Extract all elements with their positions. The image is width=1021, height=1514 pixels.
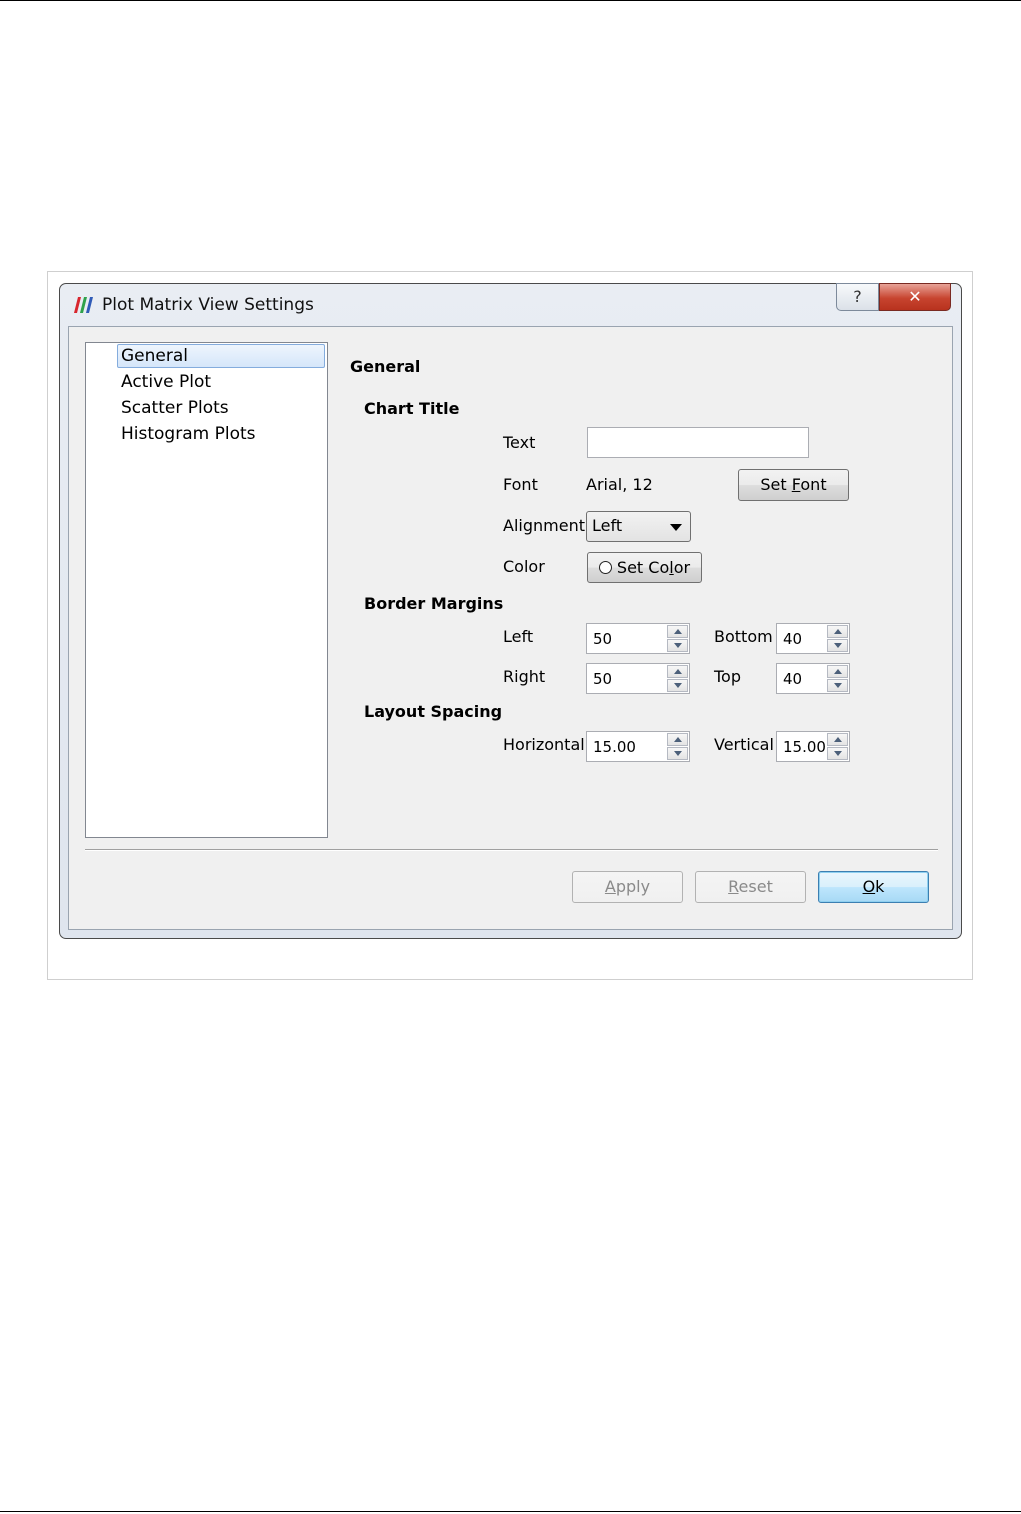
tree-item-histogram-plots[interactable]: Histogram Plots (117, 422, 325, 446)
set-font-label-post: ont (800, 475, 827, 494)
spin-down-icon[interactable] (827, 639, 848, 652)
chart-title-text-input[interactable] (587, 427, 809, 458)
spin-up-icon[interactable] (827, 733, 848, 746)
apply-label-mnemonic: A (604, 877, 616, 896)
text-label: Text (503, 433, 536, 452)
spin-down-icon[interactable] (667, 679, 688, 692)
alignment-select[interactable]: Left (586, 511, 691, 542)
horizontal-spacing-stepper (667, 733, 688, 760)
title-bar[interactable]: Plot Matrix View Settings ? ✕ (60, 283, 961, 326)
settings-dialog: Plot Matrix View Settings ? ✕ General Ac… (59, 283, 962, 939)
horizontal-spacing-value: 15.00 (593, 738, 636, 756)
dialog-client-area: General Active Plot Scatter Plots Histog… (68, 326, 953, 930)
category-tree[interactable]: General Active Plot Scatter Plots Histog… (85, 342, 328, 838)
ok-label-mnemonic: O (862, 877, 876, 896)
ok-button[interactable]: Ok (818, 871, 929, 903)
spin-up-icon[interactable] (667, 625, 688, 638)
left-margin-label: Left (503, 627, 534, 646)
set-font-label-pre: Set (760, 475, 792, 494)
font-value: Arial, 12 (586, 475, 653, 494)
paraview-logo-icon (74, 297, 93, 313)
spin-up-icon[interactable] (827, 665, 848, 678)
color-label: Color (503, 557, 545, 576)
top-margin-label: Top (714, 667, 741, 686)
reset-button[interactable]: Reset (695, 871, 806, 903)
spin-down-icon[interactable] (667, 639, 688, 652)
left-margin-value: 50 (593, 630, 613, 648)
chevron-down-icon (670, 524, 682, 531)
reset-label-rest: eset (738, 877, 773, 896)
set-color-label-post: or (673, 558, 691, 577)
section-title: General (350, 357, 421, 376)
spin-up-icon[interactable] (667, 665, 688, 678)
spin-down-icon[interactable] (667, 747, 688, 760)
set-font-button[interactable]: Set Font (738, 469, 849, 501)
vertical-spacing-value: 15.00 (783, 738, 826, 756)
top-margin-stepper (827, 665, 848, 692)
bottom-margin-spinbox[interactable]: 40 (776, 623, 850, 654)
left-margin-stepper (667, 625, 688, 652)
apply-label-rest: pply (615, 877, 651, 896)
tree-item-general[interactable]: General (117, 344, 325, 368)
page-top-rule (0, 0, 1021, 1)
page-bottom-rule (0, 1511, 1021, 1512)
top-margin-spinbox[interactable]: 40 (776, 663, 850, 694)
bottom-margin-value: 40 (783, 630, 803, 648)
set-color-button[interactable]: Set Color (587, 552, 702, 583)
spin-up-icon[interactable] (827, 625, 848, 638)
help-button[interactable]: ? (836, 283, 879, 311)
bottom-margin-stepper (827, 625, 848, 652)
right-margin-stepper (667, 665, 688, 692)
tree-item-scatter-plots[interactable]: Scatter Plots (117, 396, 325, 420)
vertical-spacing-label: Vertical (714, 735, 774, 754)
color-swatch-icon (598, 561, 612, 574)
horizontal-spacing-spinbox[interactable]: 15.00 (586, 731, 690, 762)
footer-separator (85, 849, 938, 851)
spin-down-icon[interactable] (827, 679, 848, 692)
chart-title-heading: Chart Title (364, 399, 460, 418)
font-label: Font (503, 475, 538, 494)
border-margins-heading: Border Margins (364, 594, 504, 613)
reset-label-mnemonic: R (728, 877, 739, 896)
layout-spacing-heading: Layout Spacing (364, 702, 503, 721)
alignment-value: Left (592, 516, 623, 535)
ok-label-rest: k (875, 877, 885, 896)
alignment-label: Alignment (503, 516, 585, 535)
right-margin-spinbox[interactable]: 50 (586, 663, 690, 694)
close-button[interactable]: ✕ (879, 283, 951, 311)
vertical-spacing-stepper (827, 733, 848, 760)
right-margin-label: Right (503, 667, 546, 686)
dialog-title: Plot Matrix View Settings (102, 295, 314, 315)
vertical-spacing-spinbox[interactable]: 15.00 (776, 731, 850, 762)
horizontal-spacing-label: Horizontal (503, 735, 585, 754)
right-margin-value: 50 (593, 670, 613, 688)
bottom-margin-label: Bottom (714, 627, 773, 646)
spin-down-icon[interactable] (827, 747, 848, 760)
spin-up-icon[interactable] (667, 733, 688, 746)
set-color-label-pre: Set Co (616, 558, 670, 577)
apply-button[interactable]: Apply (572, 871, 683, 903)
tree-item-active-plot[interactable]: Active Plot (117, 370, 325, 394)
top-margin-value: 40 (783, 670, 803, 688)
left-margin-spinbox[interactable]: 50 (586, 623, 690, 654)
